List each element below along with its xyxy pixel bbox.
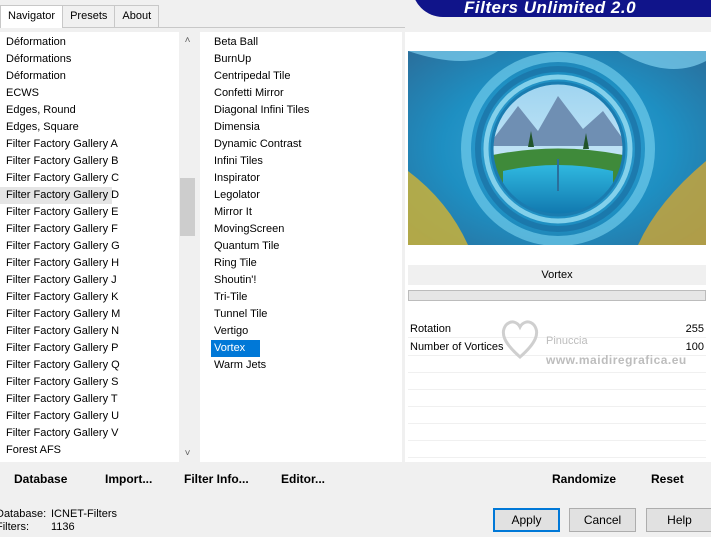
category-list[interactable]: Déformation Déformations Déformation ECWS Ed… — [0, 32, 196, 462]
filter-item[interactable]: MovingScreen — [200, 221, 309, 238]
category-item[interactable]: Filter Factory Gallery K — [0, 289, 120, 306]
category-item[interactable]: Filter Factory Gallery N — [0, 323, 120, 340]
progress-bar — [408, 290, 706, 301]
filter-item[interactable]: Dimensia — [200, 119, 309, 136]
filter-item[interactable]: Centripedal Tile — [200, 68, 309, 85]
parameter-value[interactable]: 255 — [686, 320, 704, 338]
filter-item[interactable]: Ring Tile — [200, 255, 309, 272]
filter-item-selected[interactable]: Vortex — [211, 340, 260, 357]
filter-list[interactable]: Beta Ball BurnUp Centripedal Tile Confetti … — [200, 32, 402, 462]
category-item[interactable]: Filter Factory Gallery F — [0, 221, 120, 238]
parameter-row-empty — [408, 441, 706, 458]
category-item[interactable]: Filter Factory Gallery G — [0, 238, 120, 255]
category-item[interactable]: Edges, Round — [0, 102, 120, 119]
category-item[interactable]: Filter Factory Gallery C — [0, 170, 120, 187]
preview-image — [408, 51, 706, 245]
tab-about[interactable]: About — [114, 5, 160, 27]
navigator-tabs: Navigator Presets About — [0, 5, 160, 28]
category-item[interactable]: ECWS — [0, 85, 120, 102]
editor-button[interactable]: Editor... — [281, 472, 325, 486]
category-item[interactable]: Filter Factory Gallery A — [0, 136, 120, 153]
filter-item[interactable]: Confetti Mirror — [200, 85, 309, 102]
database-label: Database: — [0, 508, 47, 520]
parameter-list: Rotation 255 Number of Vortices 100 — [408, 320, 706, 458]
filter-item[interactable]: Mirror It — [200, 204, 309, 221]
filter-item[interactable]: Tri-Tile — [200, 289, 309, 306]
filter-item[interactable]: Quantum Tile — [200, 238, 309, 255]
scroll-thumb[interactable] — [180, 178, 195, 236]
database-value: ICNET-Filters — [51, 508, 117, 520]
filter-item[interactable]: Beta Ball — [200, 34, 309, 51]
category-items: Déformation Déformations Déformation ECWS Ed… — [0, 34, 120, 459]
parameter-row[interactable]: Number of Vortices 100 — [408, 338, 706, 356]
parameter-row-empty — [408, 424, 706, 441]
category-item[interactable]: Déformation — [0, 34, 120, 51]
parameter-row-empty — [408, 390, 706, 407]
tab-navigator[interactable]: Navigator — [0, 5, 64, 28]
app-banner: Filters Unlimited 2.0 — [412, 0, 711, 17]
parameter-name: Rotation — [410, 323, 451, 335]
category-item[interactable]: Filter Factory Gallery E — [0, 204, 120, 221]
filter-item[interactable]: Shoutin'! — [200, 272, 309, 289]
import-button[interactable]: Import... — [105, 472, 152, 486]
filter-item[interactable]: Legolator — [200, 187, 309, 204]
filter-item[interactable]: Warm Jets — [200, 357, 309, 374]
scroll-up-arrow-icon[interactable]: ˄ — [179, 32, 196, 49]
parameter-name: Number of Vortices — [410, 341, 504, 353]
category-item[interactable]: Forest AFS — [0, 442, 120, 459]
filter-item[interactable]: Vertigo — [200, 323, 309, 340]
category-item[interactable]: Filter Factory Gallery P — [0, 340, 120, 357]
filter-item[interactable]: Infini Tiles — [200, 153, 309, 170]
filter-item[interactable]: BurnUp — [200, 51, 309, 68]
vortex-preview-graphic — [408, 51, 706, 245]
category-item[interactable]: Filter Factory Gallery J — [0, 272, 120, 289]
category-item[interactable]: Filter Factory Gallery T — [0, 391, 120, 408]
database-button[interactable]: Database — [14, 472, 67, 486]
filter-name-label: Vortex — [408, 265, 706, 285]
filter-items: Beta Ball BurnUp Centripedal Tile Confetti … — [200, 34, 309, 374]
parameter-row-empty — [408, 356, 706, 373]
toolbar-left: Database Import... Filter Info... Editor… — [0, 464, 402, 494]
category-item[interactable]: Filter Factory Gallery M — [0, 306, 120, 323]
category-scrollbar[interactable]: ˄ ˅ — [179, 32, 196, 462]
apply-button[interactable]: Apply — [493, 508, 560, 532]
help-button[interactable]: Help — [646, 508, 711, 532]
cancel-button[interactable]: Cancel — [569, 508, 636, 532]
category-item[interactable]: Filter Factory Gallery V — [0, 425, 120, 442]
category-item[interactable]: Filter Factory Gallery B — [0, 153, 120, 170]
category-item[interactable]: Filter Factory Gallery S — [0, 374, 120, 391]
filter-panel: Vortex Rotation 255 Number of Vortices 100 — [405, 32, 711, 462]
filters-count-value: 1136 — [51, 521, 75, 533]
parameter-row-empty — [408, 373, 706, 390]
randomize-button[interactable]: Randomize — [552, 472, 616, 486]
toolbar-right: Randomize Reset — [405, 464, 711, 494]
category-item[interactable]: Déformations — [0, 51, 120, 68]
filter-item[interactable]: Tunnel Tile — [200, 306, 309, 323]
category-item[interactable]: Déformation — [0, 68, 120, 85]
category-item[interactable]: Filter Factory Gallery D — [0, 187, 119, 204]
category-item[interactable]: Edges, Square — [0, 119, 120, 136]
app-title: Filters Unlimited 2.0 — [464, 0, 637, 17]
tab-presets[interactable]: Presets — [62, 5, 116, 27]
category-item[interactable]: Filter Factory Gallery U — [0, 408, 120, 425]
reset-button[interactable]: Reset — [651, 472, 684, 486]
parameter-value[interactable]: 100 — [686, 338, 704, 356]
filter-item[interactable]: Dynamic Contrast — [200, 136, 309, 153]
filter-item[interactable]: Inspirator — [200, 170, 309, 187]
filter-item[interactable]: Diagonal Infini Tiles — [200, 102, 309, 119]
parameter-row-empty — [408, 407, 706, 424]
category-item[interactable]: Filter Factory Gallery H — [0, 255, 120, 272]
filter-info-button[interactable]: Filter Info... — [184, 472, 249, 486]
toolbar: Database Import... Filter Info... Editor… — [0, 464, 711, 494]
parameter-row[interactable]: Rotation 255 — [408, 320, 706, 338]
filters-count-label: Filters: — [0, 521, 29, 533]
category-item[interactable]: Filter Factory Gallery Q — [0, 357, 120, 374]
scroll-down-arrow-icon[interactable]: ˅ — [179, 445, 196, 462]
database-info: Database: ICNET-Filters Filters: 1136 — [0, 508, 140, 534]
